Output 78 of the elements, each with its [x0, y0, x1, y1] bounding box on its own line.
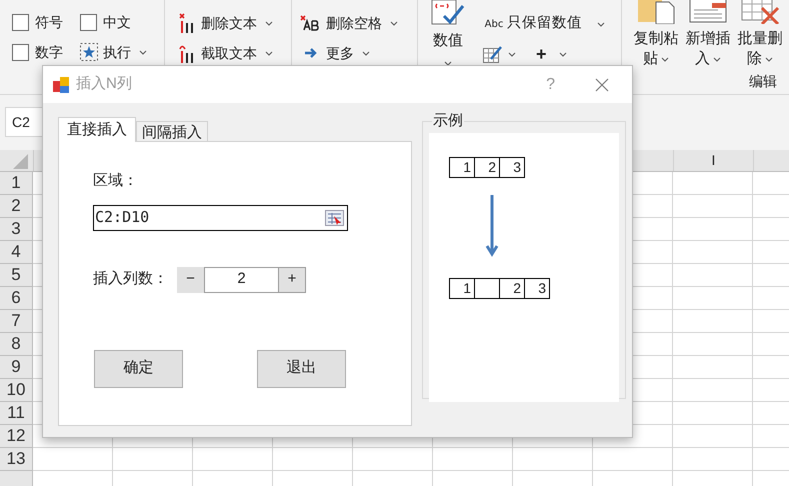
column-header: I — [674, 150, 754, 171]
caret-icon — [139, 50, 147, 54]
checkbox-label: 中文 — [103, 12, 131, 32]
row-header: 11 — [0, 402, 33, 425]
caret-icon — [713, 56, 721, 62]
close-icon[interactable] — [595, 78, 609, 92]
button-label: 入 — [695, 49, 710, 69]
star-icon — [80, 43, 98, 61]
extract-text-button[interactable]: 截取文本 — [179, 42, 291, 64]
caret-icon — [508, 52, 516, 56]
caret-icon — [444, 60, 452, 66]
example-cell: 3 — [499, 156, 525, 178]
checkbox[interactable] — [12, 44, 29, 60]
checkbox-label: 符号 — [35, 12, 63, 32]
row-header: 12 — [0, 425, 33, 448]
more-button[interactable]: 更多 — [300, 42, 417, 64]
increment-button[interactable]: + — [279, 266, 306, 292]
row-header: 6 — [0, 287, 33, 310]
example-cell: 2 — [499, 278, 525, 298]
checkbox-label: 数字 — [35, 42, 63, 62]
caret-icon — [765, 56, 773, 62]
value-button[interactable]: 数值 — [418, 0, 478, 94]
caret-icon — [558, 52, 567, 56]
example-cell: 1 — [449, 278, 475, 298]
tab[interactable]: 间隔插入 — [136, 121, 208, 142]
decrement-button[interactable]: − — [177, 266, 204, 292]
app-icon — [52, 76, 70, 94]
tab[interactable]: 直接插入 — [58, 117, 136, 142]
delete-text-button[interactable]: 删除文本 — [179, 12, 291, 34]
ok-button[interactable]: 确定 — [94, 350, 183, 388]
down-arrow-icon — [485, 194, 499, 258]
keep-values-button[interactable]: Abc 只保留数值 — [483, 14, 605, 34]
table-edit-button[interactable] — [483, 45, 516, 63]
insert-new-button[interactable]: 新增插 入 — [684, 0, 732, 69]
example-cell: 3 — [524, 278, 550, 298]
row-header: 10 — [0, 379, 33, 402]
caret-icon — [390, 20, 398, 26]
caret-icon — [265, 50, 273, 56]
delete-spaces-button[interactable]: 删除空格 — [300, 12, 417, 34]
caret-icon — [362, 50, 370, 56]
checkbox[interactable] — [80, 14, 97, 30]
range-select-icon — [325, 210, 344, 226]
row-header: 7 — [0, 310, 33, 333]
add-button[interactable]: + — [536, 45, 567, 63]
caret-icon — [265, 20, 273, 26]
extract-text-icon — [179, 43, 195, 63]
window-title: 插入N列 — [76, 74, 132, 94]
group-title: 示例 — [432, 111, 464, 131]
row-header: 9 — [0, 356, 33, 379]
copy-paste-button[interactable]: 复制粘 贴 — [632, 0, 680, 69]
row-header: 2 — [0, 195, 33, 218]
row-header: 8 — [0, 333, 33, 356]
execute-button[interactable]: 执行 — [80, 42, 147, 62]
name-box[interactable]: C2 — [5, 107, 43, 137]
row-header: 5 — [0, 264, 33, 287]
exit-button[interactable]: 退出 — [257, 350, 346, 388]
row-header: 1 — [0, 172, 33, 195]
example-cell: 1 — [449, 156, 475, 178]
delete-spaces-icon — [300, 15, 320, 31]
field-label: 插入列数： — [93, 269, 169, 290]
caret-icon — [661, 56, 669, 62]
range-field[interactable]: C2:D10 — [93, 204, 348, 230]
row-header: 13 — [0, 448, 33, 471]
abc-label: Abc — [484, 18, 504, 32]
button-label: 除 — [747, 49, 762, 69]
row-header: 4 — [0, 241, 33, 264]
example-cell: 2 — [474, 156, 500, 178]
checkbox[interactable] — [12, 14, 29, 30]
count-field[interactable]: 2 — [204, 266, 279, 292]
caret-icon — [597, 22, 605, 26]
button-label: 贴 — [643, 49, 658, 69]
delete-text-icon — [179, 13, 195, 33]
batch-delete-button[interactable]: 批量删 除 — [736, 0, 784, 69]
field-label: 区域： — [93, 171, 139, 191]
table-pencil-icon — [483, 45, 503, 63]
example-cell — [474, 278, 500, 298]
row-header: 3 — [0, 218, 33, 241]
group-label: 编辑 — [749, 72, 777, 91]
